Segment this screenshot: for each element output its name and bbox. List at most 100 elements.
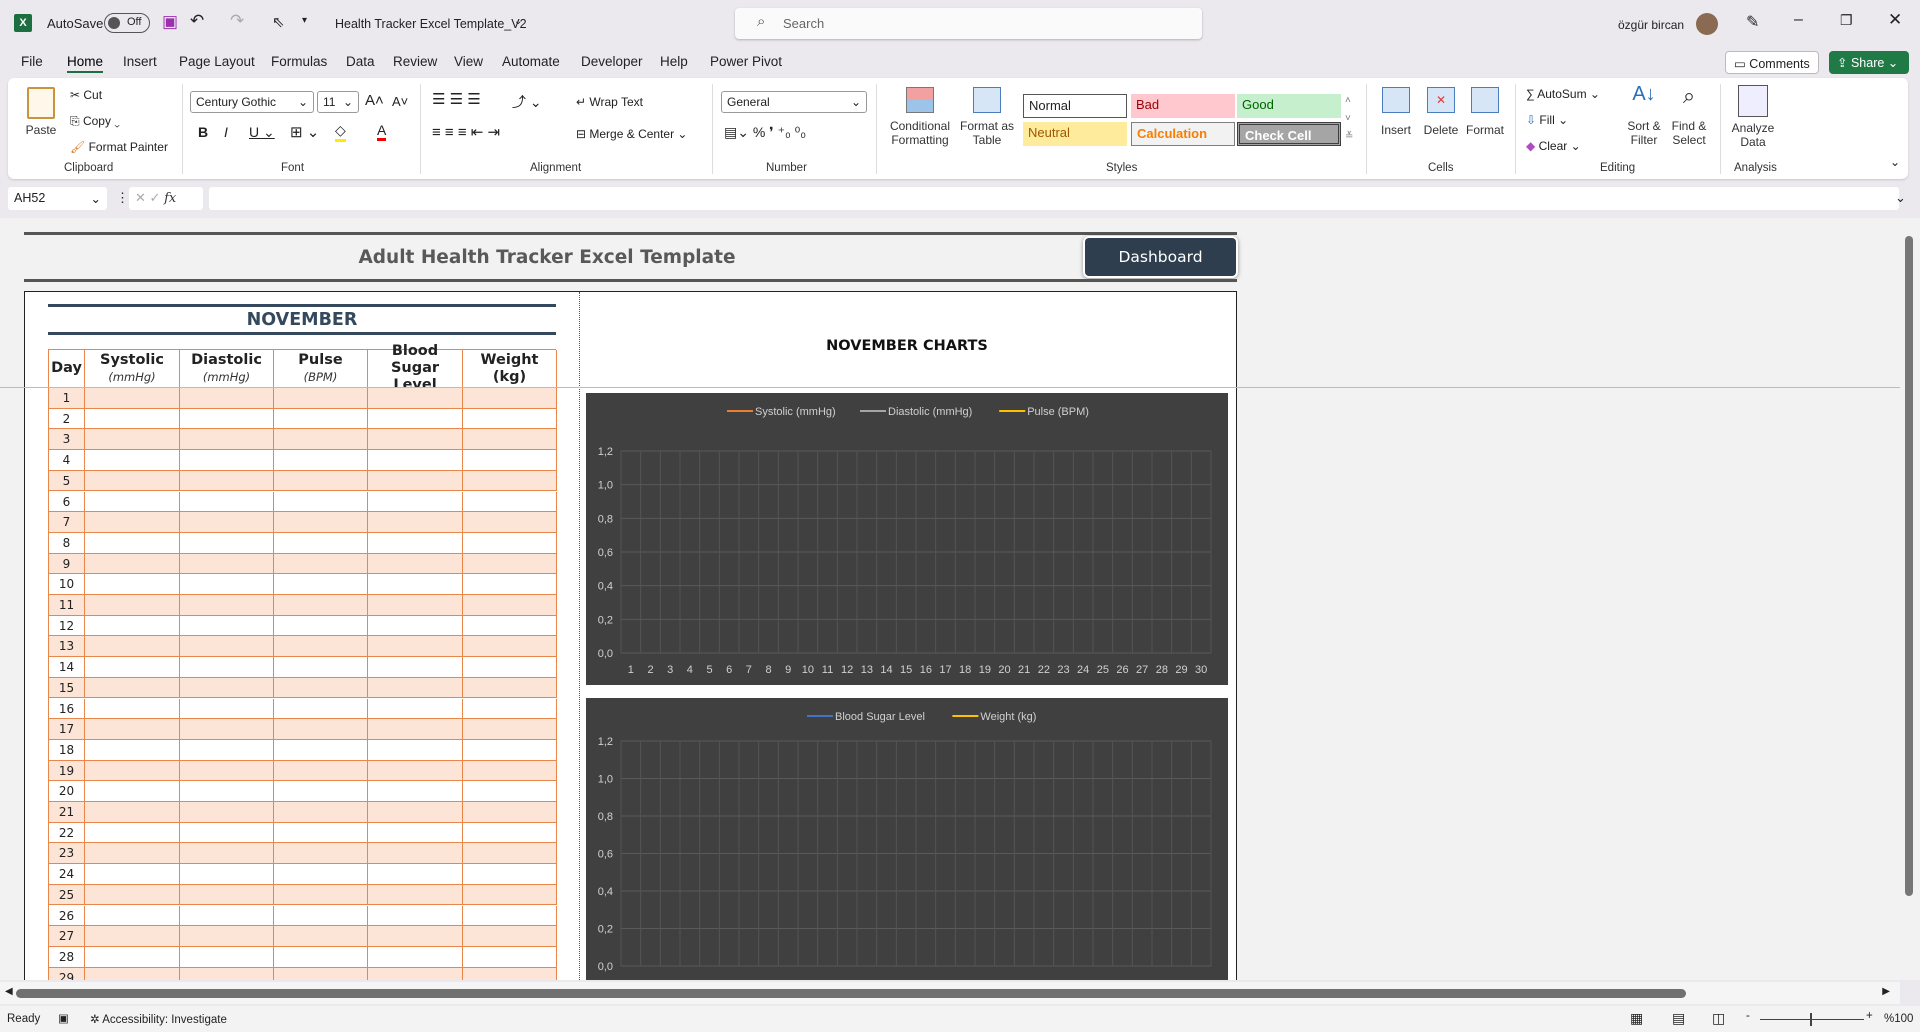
data-cell[interactable] — [463, 926, 557, 947]
data-cell[interactable] — [463, 388, 557, 409]
tab-page-layout[interactable]: Page Layout — [179, 54, 255, 69]
data-cell[interactable] — [368, 823, 463, 844]
align-left-icon[interactable]: ≡ ≡ ≡ ⇤ ⇥ — [432, 123, 500, 141]
data-cell[interactable] — [463, 429, 557, 450]
minimize-icon[interactable]: – — [1794, 11, 1803, 29]
data-cell[interactable] — [368, 864, 463, 885]
avatar[interactable] — [1696, 13, 1718, 35]
data-cell[interactable] — [463, 719, 557, 740]
data-cell[interactable] — [274, 471, 368, 492]
style-check-cell[interactable]: Check Cell — [1237, 122, 1341, 146]
data-cell[interactable] — [368, 554, 463, 575]
data-cell[interactable] — [368, 512, 463, 533]
data-cell[interactable] — [368, 574, 463, 595]
data-cell[interactable] — [180, 740, 274, 761]
data-cell[interactable] — [85, 947, 180, 968]
save-icon[interactable]: ▣ — [162, 12, 178, 32]
style-neutral[interactable]: Neutral — [1023, 122, 1127, 146]
wrap-text-button[interactable]: ↵ Wrap Text — [576, 95, 643, 109]
vertical-scroll-thumb[interactable] — [1905, 236, 1913, 896]
data-cell[interactable] — [368, 740, 463, 761]
font-size-select[interactable]: 11⌄ — [317, 91, 359, 113]
zoom-out-icon[interactable]: - — [1746, 1010, 1750, 1022]
data-cell[interactable] — [85, 906, 180, 927]
tab-data[interactable]: Data — [346, 54, 375, 69]
zoom-in-icon[interactable]: + — [1866, 1010, 1873, 1022]
data-cell[interactable] — [463, 968, 557, 980]
data-cell[interactable] — [274, 533, 368, 554]
data-cell[interactable] — [274, 574, 368, 595]
data-cell[interactable] — [463, 554, 557, 575]
data-cell[interactable] — [180, 409, 274, 430]
decrease-font-icon[interactable]: A˅ — [392, 94, 408, 109]
conditional-formatting-button[interactable]: Conditional Formatting — [884, 83, 956, 147]
data-cell[interactable] — [85, 492, 180, 513]
data-cell[interactable] — [368, 843, 463, 864]
data-cell[interactable] — [180, 699, 274, 720]
data-cell[interactable] — [463, 657, 557, 678]
data-cell[interactable] — [274, 968, 368, 980]
data-cell[interactable] — [180, 761, 274, 782]
data-cell[interactable] — [463, 450, 557, 471]
data-cell[interactable] — [463, 740, 557, 761]
macro-icon[interactable]: ▣ — [58, 1011, 69, 1025]
scroll-left-icon[interactable]: ◀ — [5, 986, 13, 997]
data-cell[interactable] — [85, 512, 180, 533]
data-cell[interactable] — [180, 574, 274, 595]
page-break-view-icon[interactable]: ◫ — [1712, 1010, 1725, 1027]
format-cells-button[interactable]: Format — [1463, 83, 1507, 137]
day-cell[interactable]: 18 — [49, 740, 85, 761]
data-cell[interactable] — [463, 699, 557, 720]
restore-icon[interactable]: ❐ — [1840, 12, 1853, 29]
data-cell[interactable] — [463, 802, 557, 823]
horizontal-scrollbar[interactable]: ◀ ▶ — [0, 982, 1900, 1004]
day-cell[interactable]: 11 — [49, 595, 85, 616]
data-cell[interactable] — [85, 864, 180, 885]
search-input[interactable]: Search — [735, 8, 1202, 39]
normal-view-icon[interactable]: ▦ — [1630, 1010, 1643, 1027]
data-cell[interactable] — [463, 761, 557, 782]
data-cell[interactable] — [463, 636, 557, 657]
customize-qat-icon[interactable]: ▾ — [302, 15, 307, 26]
data-cell[interactable] — [274, 678, 368, 699]
data-cell[interactable] — [180, 843, 274, 864]
data-cell[interactable] — [274, 429, 368, 450]
find-select-button[interactable]: ⌕Find & Select — [1666, 83, 1712, 147]
scroll-right-icon[interactable]: ▶ — [1882, 986, 1890, 997]
borders-icon[interactable]: ⊞ ⌄ — [290, 123, 319, 141]
font-color-icon[interactable]: A — [377, 122, 386, 141]
align-top-icon[interactable]: ☰ ☰ ☰ — [432, 90, 481, 108]
data-cell[interactable] — [274, 864, 368, 885]
data-cell[interactable] — [180, 595, 274, 616]
redo-icon[interactable]: ↷ — [230, 11, 244, 31]
day-cell[interactable]: 20 — [49, 781, 85, 802]
data-cell[interactable] — [368, 781, 463, 802]
day-cell[interactable]: 2 — [49, 409, 85, 430]
data-cell[interactable] — [180, 781, 274, 802]
data-cell[interactable] — [180, 802, 274, 823]
tab-review[interactable]: Review — [393, 54, 437, 69]
data-cell[interactable] — [180, 947, 274, 968]
orientation-icon[interactable]: ⤴ ⌄ — [512, 92, 542, 112]
day-cell[interactable]: 17 — [49, 719, 85, 740]
data-cell[interactable] — [274, 450, 368, 471]
italic-icon[interactable]: I — [224, 124, 228, 140]
data-cell[interactable] — [463, 616, 557, 637]
data-cell[interactable] — [463, 823, 557, 844]
cut-button[interactable]: ✂ Cut — [70, 88, 102, 102]
data-cell[interactable] — [85, 471, 180, 492]
dashboard-button[interactable]: Dashboard — [1085, 238, 1236, 276]
style-bad[interactable]: Bad — [1131, 94, 1235, 118]
increase-font-icon[interactable]: A˄ — [365, 92, 384, 109]
data-cell[interactable] — [180, 616, 274, 637]
data-cell[interactable] — [368, 719, 463, 740]
style-calculation[interactable]: Calculation — [1131, 122, 1235, 146]
day-cell[interactable]: 29 — [49, 968, 85, 980]
data-cell[interactable] — [180, 554, 274, 575]
data-cell[interactable] — [368, 906, 463, 927]
data-cell[interactable] — [274, 409, 368, 430]
data-cell[interactable] — [368, 388, 463, 409]
tab-insert[interactable]: Insert — [123, 54, 157, 69]
day-cell[interactable]: 24 — [49, 864, 85, 885]
data-cell[interactable] — [274, 595, 368, 616]
